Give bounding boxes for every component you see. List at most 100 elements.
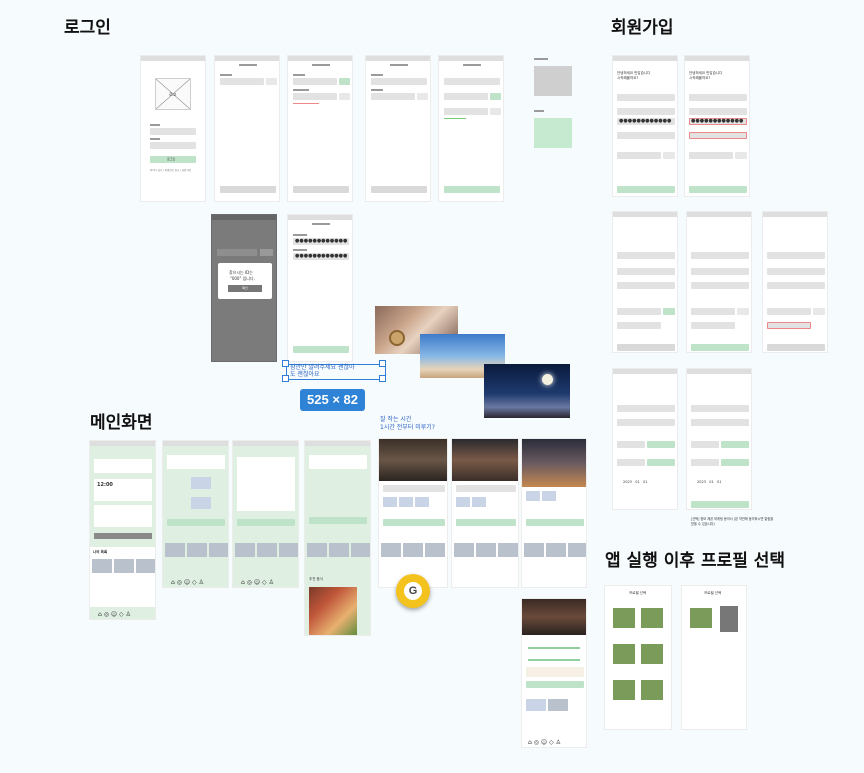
action-button[interactable]: [456, 519, 516, 526]
code-field[interactable]: [444, 108, 488, 115]
add-button[interactable]: [94, 533, 152, 539]
birth-date[interactable]: 2023 01 01: [697, 480, 722, 484]
field-c[interactable]: [617, 282, 675, 289]
next-button[interactable]: [371, 186, 427, 193]
list-thumb-1[interactable]: [92, 559, 112, 573]
food-photo[interactable]: [309, 587, 357, 635]
profile-avatar-4[interactable]: [641, 644, 663, 664]
gender-female[interactable]: [721, 441, 749, 448]
bottom-nav[interactable]: ⌂ ◎ ☺ ◇ ♙: [241, 579, 274, 586]
thumb-2[interactable]: [257, 543, 277, 557]
profile-avatar-1[interactable]: [613, 608, 635, 628]
next-button[interactable]: [689, 186, 747, 193]
next-button[interactable]: [293, 186, 349, 193]
thumb-1[interactable]: [524, 543, 544, 557]
check-button[interactable]: [266, 78, 277, 85]
action-button[interactable]: [309, 517, 367, 524]
thumb-3[interactable]: [498, 543, 518, 557]
thumb-3[interactable]: [209, 543, 228, 557]
send-button[interactable]: [737, 308, 749, 315]
id-field[interactable]: [371, 78, 427, 85]
verify-button[interactable]: [490, 108, 501, 115]
profile-avatar-1[interactable]: [690, 608, 712, 628]
id-field[interactable]: [150, 128, 196, 135]
list-thumb-3[interactable]: [136, 559, 155, 573]
confirm-button[interactable]: [293, 346, 349, 353]
item-1[interactable]: [383, 497, 397, 507]
thumb-3[interactable]: [568, 543, 586, 557]
phone-field[interactable]: [371, 93, 415, 100]
field-a[interactable]: [691, 252, 749, 259]
send-button[interactable]: [735, 152, 747, 159]
thumb-1[interactable]: [307, 543, 327, 557]
field-e-error[interactable]: [767, 322, 811, 329]
field-e[interactable]: [617, 322, 661, 329]
send-button[interactable]: [813, 308, 825, 315]
alarm-card-1[interactable]: 12:00: [94, 479, 152, 501]
phone-field[interactable]: [689, 152, 733, 159]
name-field[interactable]: [220, 78, 264, 85]
done-button[interactable]: [691, 501, 749, 508]
action-button[interactable]: [237, 519, 295, 526]
gender-male[interactable]: [691, 441, 719, 448]
field-d[interactable]: [767, 308, 811, 315]
confirm-field-error[interactable]: [689, 132, 747, 139]
profile-avatar-3[interactable]: [613, 644, 635, 664]
thumb-2[interactable]: [476, 543, 496, 557]
password-field[interactable]: [150, 142, 196, 149]
send-code-button[interactable]: [339, 78, 350, 85]
bottom-nav[interactable]: ⌂ ◎ ☺ ◇ ♙: [171, 579, 204, 586]
field-b[interactable]: [617, 268, 675, 275]
item-3[interactable]: [415, 497, 429, 507]
thumb-2[interactable]: [187, 543, 207, 557]
field-c[interactable]: [691, 282, 749, 289]
field-a[interactable]: [767, 252, 825, 259]
field-b[interactable]: [767, 268, 825, 275]
phone-field[interactable]: [444, 93, 488, 100]
item-1[interactable]: [526, 491, 540, 501]
gender-female[interactable]: [647, 441, 675, 448]
action-button[interactable]: [383, 519, 445, 526]
thumb-1[interactable]: [165, 543, 185, 557]
slider-track-2[interactable]: [528, 659, 580, 661]
send-button[interactable]: [417, 93, 428, 100]
name-field[interactable]: [689, 94, 747, 101]
field-a[interactable]: [617, 252, 675, 259]
resize-handle-bl[interactable]: [282, 375, 289, 382]
confirm-field[interactable]: [617, 132, 675, 139]
send-button[interactable]: [490, 93, 501, 100]
verify-button[interactable]: [339, 93, 350, 100]
slider-track-1[interactable]: [528, 647, 580, 649]
field-a[interactable]: [617, 405, 675, 412]
list-thumb-2[interactable]: [114, 559, 134, 573]
field-b[interactable]: [691, 419, 749, 426]
send-button[interactable]: [663, 308, 675, 315]
item-2[interactable]: [542, 491, 556, 501]
item-1[interactable]: [456, 497, 470, 507]
option-a[interactable]: [691, 459, 719, 466]
birth-date[interactable]: 2023 01 01: [623, 480, 648, 484]
next-button[interactable]: [444, 186, 500, 193]
thumb-2[interactable]: [329, 543, 349, 557]
gender-male[interactable]: [617, 441, 645, 448]
profile-avatar-2[interactable]: [641, 608, 663, 628]
action-button[interactable]: [167, 519, 225, 526]
option-b[interactable]: [721, 459, 749, 466]
thumb-1[interactable]: [235, 543, 255, 557]
profile-avatar-6[interactable]: [641, 680, 663, 700]
thumb-1[interactable]: [454, 543, 474, 557]
id-field[interactable]: [444, 78, 500, 85]
name-field[interactable]: [617, 94, 675, 101]
option-2[interactable]: [548, 699, 568, 711]
item-2[interactable]: [472, 497, 486, 507]
card-1[interactable]: [191, 477, 211, 489]
resize-handle-br[interactable]: [379, 375, 386, 382]
thumb-2[interactable]: [546, 543, 566, 557]
field-c[interactable]: [767, 282, 825, 289]
bottom-nav[interactable]: ⌂ ◎ ☺ ◇ ♙: [528, 739, 561, 746]
next-button[interactable]: [691, 344, 749, 351]
field-b[interactable]: [617, 419, 675, 426]
code-field[interactable]: [293, 93, 337, 100]
field-d[interactable]: [617, 308, 661, 315]
id-field[interactable]: [689, 108, 747, 115]
